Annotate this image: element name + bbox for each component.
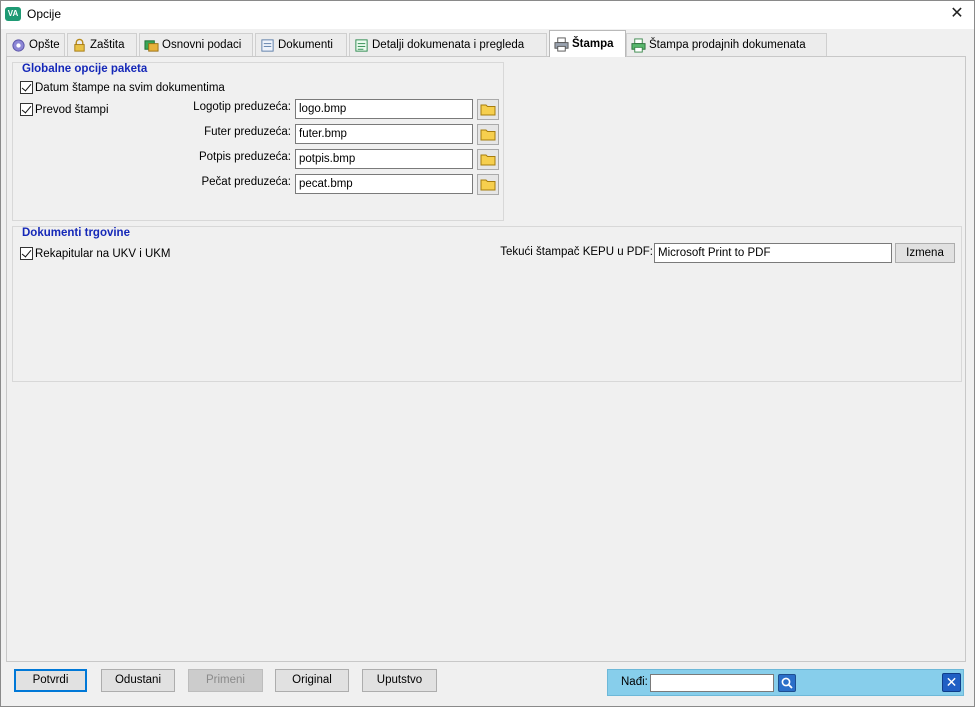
help-button[interactable]: Uputstvo xyxy=(362,669,437,692)
find-bar: Nađi: ✕ xyxy=(607,669,964,696)
potpis-browse-button[interactable] xyxy=(477,149,499,170)
tab-zastita[interactable]: Zaštita xyxy=(67,33,137,56)
tab-bar: Opšte Zaštita Osnovni podaci Dokumenti D… xyxy=(6,30,966,57)
find-label: Nađi: xyxy=(621,676,648,688)
global-options-group: Globalne opcije paketa Datum štampe na s… xyxy=(12,62,504,221)
cancel-button[interactable]: Odustani xyxy=(101,669,175,692)
logotip-input[interactable]: logo.bmp xyxy=(295,99,473,119)
stampa-panel: Globalne opcije paketa Datum štampe na s… xyxy=(6,56,966,662)
tab-label: Zaštita xyxy=(90,39,125,51)
tab-label: Štampa prodajnih dokumenata xyxy=(649,39,806,51)
tab-label: Štampa xyxy=(572,38,614,50)
potpis-label: Potpis preduzeća: xyxy=(198,151,291,163)
close-icon: ✕ xyxy=(945,674,958,690)
futer-browse-button[interactable] xyxy=(477,124,499,145)
datum-checkbox-row[interactable]: Datum štampe na svim dokumentima xyxy=(20,81,225,94)
futer-label: Futer preduzeća: xyxy=(204,126,291,138)
group-title: Dokumenti trgovine xyxy=(22,227,130,239)
apply-button[interactable]: Primeni xyxy=(188,669,263,692)
tab-opste[interactable]: Opšte xyxy=(6,33,65,56)
find-search-button[interactable] xyxy=(778,674,796,692)
potpis-input[interactable]: potpis.bmp xyxy=(295,149,473,169)
prevod-checkbox-row[interactable]: Prevod štampi xyxy=(20,103,109,116)
datum-checkbox[interactable] xyxy=(20,81,33,94)
printer-input[interactable]: Microsoft Print to PDF xyxy=(654,243,892,263)
printer-green-icon xyxy=(631,37,646,53)
tab-label: Dokumenti xyxy=(278,39,333,51)
document-list-icon xyxy=(355,38,368,52)
printer-label: Tekući štampač KEPU u PDF: xyxy=(500,246,653,258)
folder-icon xyxy=(480,154,496,166)
prevod-label: Prevod štampi xyxy=(35,103,109,116)
confirm-button[interactable]: Potvrdi xyxy=(14,669,87,692)
pecat-label: Pečat preduzeća: xyxy=(201,176,291,188)
futer-input[interactable]: futer.bmp xyxy=(295,124,473,144)
options-window: VA Opcije ✕ Opšte Zaštita Osnovni podaci xyxy=(0,0,975,707)
find-input[interactable] xyxy=(650,674,774,692)
close-window-button[interactable]: ✕ xyxy=(940,1,974,29)
tab-label: Opšte xyxy=(29,39,60,51)
change-printer-button[interactable]: Izmena xyxy=(895,243,955,263)
folder-icon xyxy=(480,179,496,191)
tab-detalji[interactable]: Detalji dokumenata i pregleda xyxy=(349,33,547,56)
group-title: Globalne opcije paketa xyxy=(22,63,148,75)
logotip-label: Logotip preduzeća: xyxy=(193,101,291,113)
logotip-browse-button[interactable] xyxy=(477,99,499,120)
document-icon xyxy=(261,38,274,52)
window-title: Opcije xyxy=(27,7,62,21)
prevod-checkbox[interactable] xyxy=(20,103,33,116)
lock-icon xyxy=(74,38,85,52)
folder-icon xyxy=(480,104,496,116)
original-button[interactable]: Original xyxy=(275,669,349,692)
tab-stampa[interactable]: Štampa xyxy=(549,30,626,57)
tab-label: Detalji dokumenata i pregleda xyxy=(372,39,525,51)
rekap-checkbox-row[interactable]: Rekapitular na UKV i UKM xyxy=(20,247,171,260)
datum-label: Datum štampe na svim dokumentima xyxy=(35,81,225,94)
title-bar: VA Opcije ✕ xyxy=(1,1,974,29)
rekap-checkbox[interactable] xyxy=(20,247,33,260)
folder-icon xyxy=(480,129,496,141)
find-close-button[interactable]: ✕ xyxy=(942,673,961,692)
trade-documents-group: Dokumenti trgovine Rekapitular na UKV i … xyxy=(12,226,962,382)
pecat-input[interactable]: pecat.bmp xyxy=(295,174,473,194)
tab-stampa-prodajnih[interactable]: Štampa prodajnih dokumenata xyxy=(626,33,827,56)
printer-icon xyxy=(554,36,569,52)
tab-label: Osnovni podaci xyxy=(162,39,242,51)
tab-osnovni-podaci[interactable]: Osnovni podaci xyxy=(139,33,253,56)
app-icon: VA xyxy=(5,7,21,21)
folders-icon xyxy=(144,39,159,52)
rekap-label: Rekapitular na UKV i UKM xyxy=(35,247,171,260)
search-icon xyxy=(781,677,793,689)
tab-dokumenti[interactable]: Dokumenti xyxy=(255,33,347,56)
pecat-browse-button[interactable] xyxy=(477,174,499,195)
gear-icon xyxy=(12,38,25,52)
